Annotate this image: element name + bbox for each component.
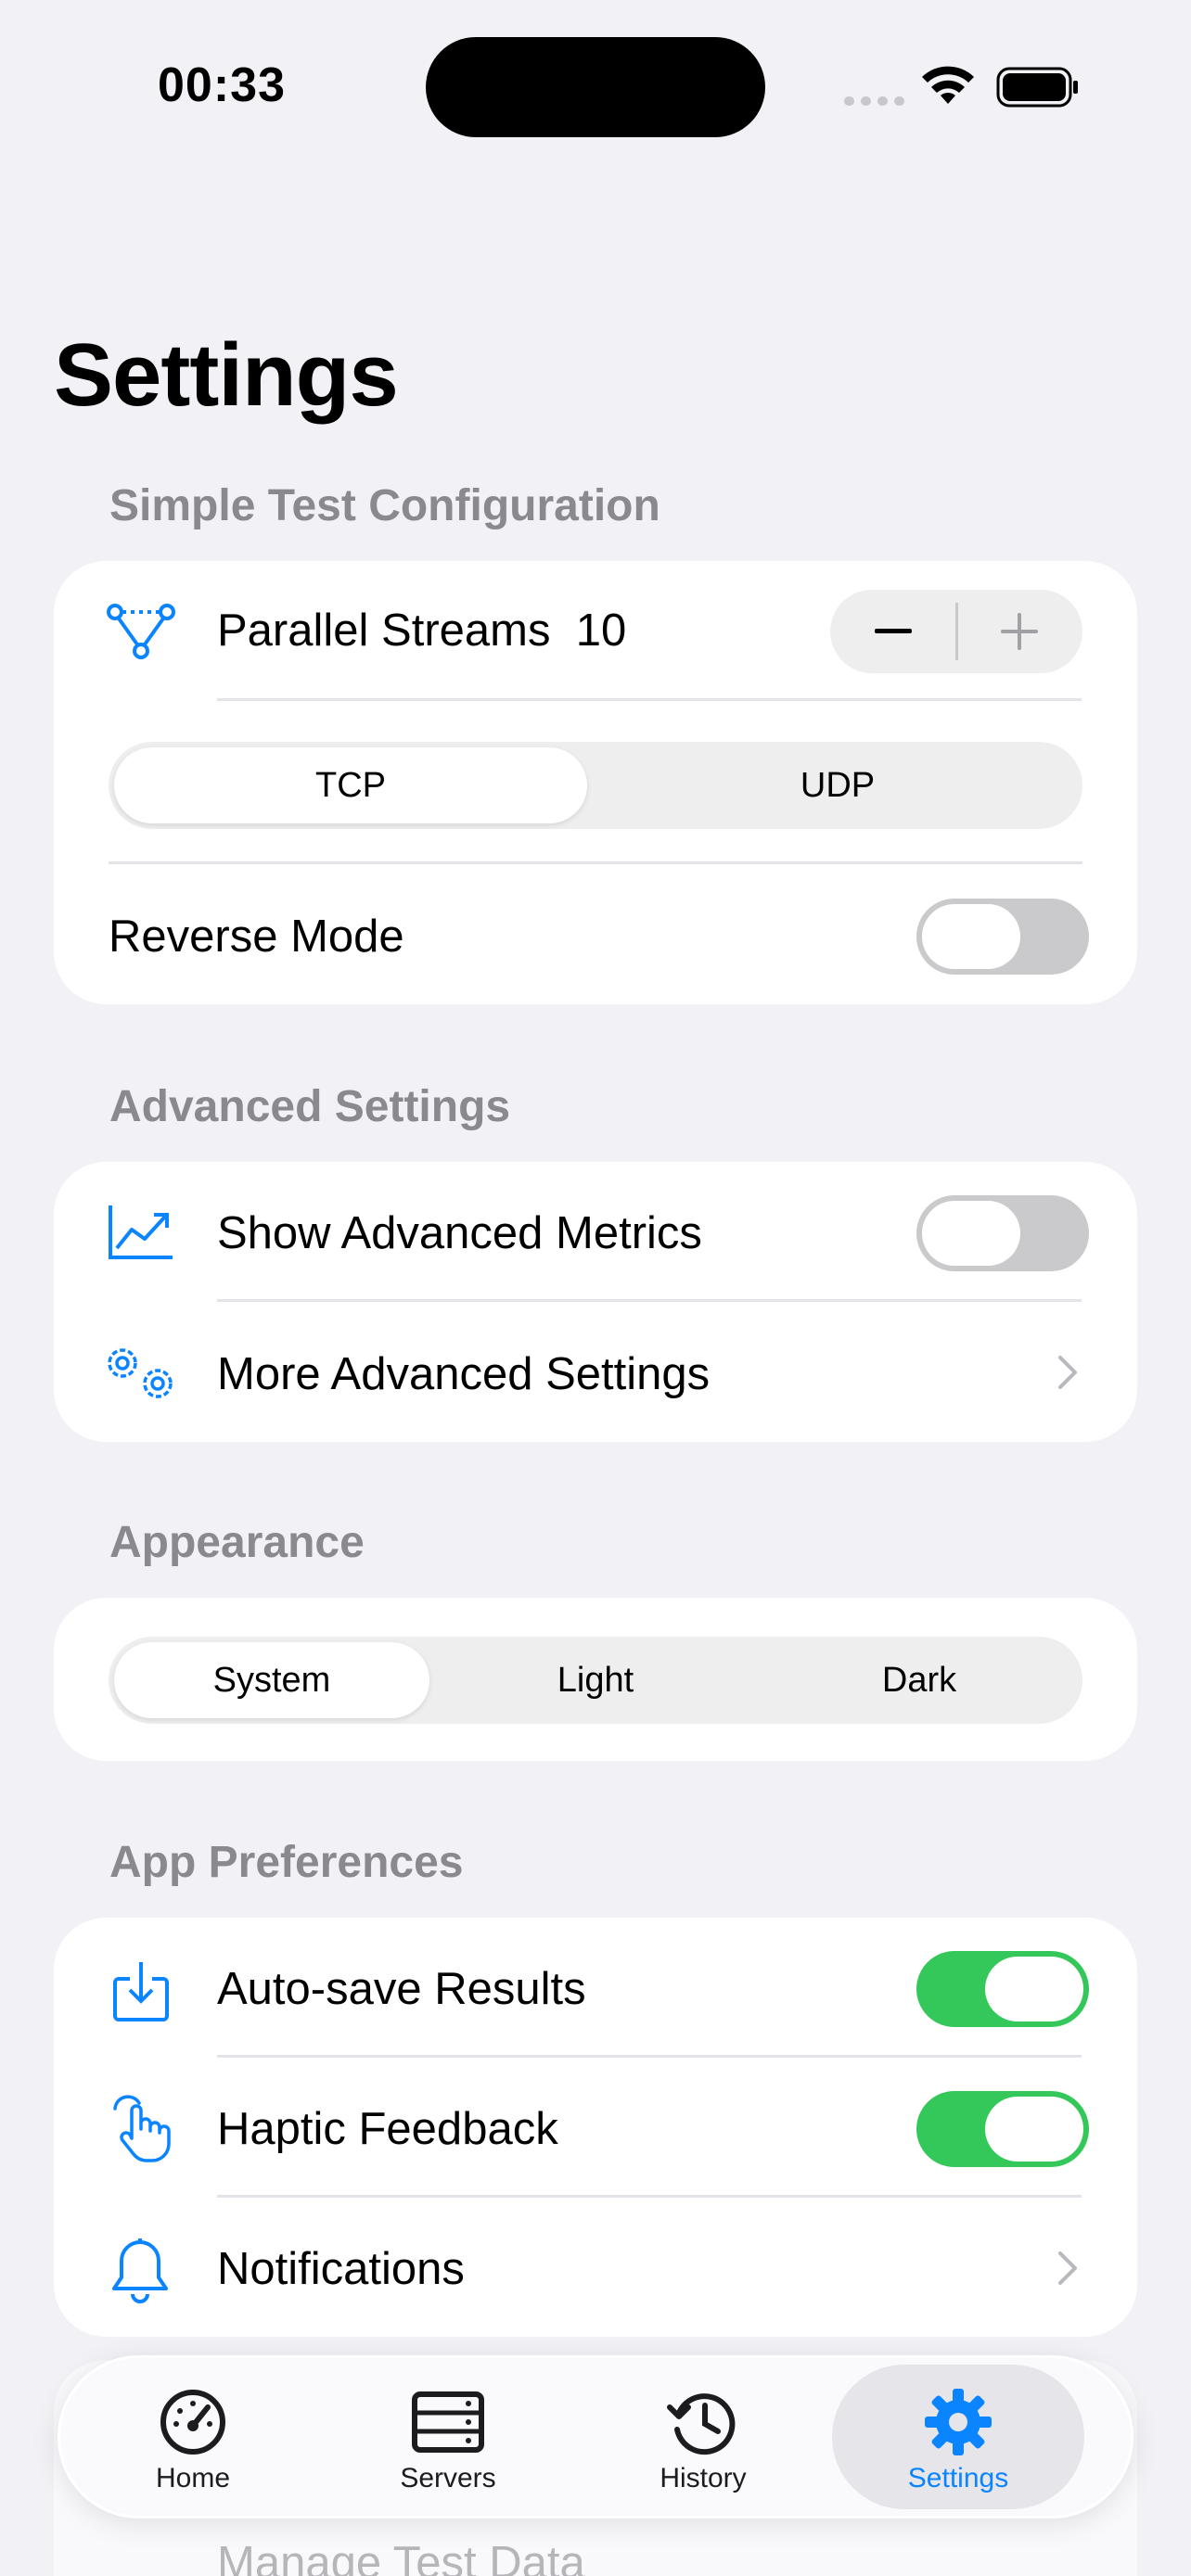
tab-home-label: Home (155, 2463, 231, 2493)
show-advanced-metrics-toggle[interactable] (916, 1195, 1089, 1271)
tab-settings-label: Settings (907, 2463, 1009, 2493)
section-header-simple-test: Simple Test Configuration (109, 481, 660, 530)
more-advanced-settings-label[interactable]: More Advanced Settings (217, 1348, 710, 1400)
row-divider (217, 2055, 1082, 2058)
tab-servers-label: Servers (400, 2463, 496, 2493)
server-rack-icon (412, 2391, 484, 2453)
toggle-knob (985, 1957, 1083, 2021)
section-header-appearance: Appearance (109, 1518, 365, 1567)
tab-bar: Home Servers History Settings (58, 2355, 1133, 2519)
protocol-option-udp[interactable]: UDP (598, 747, 1077, 823)
dynamic-island (426, 37, 765, 137)
chart-trend-icon (109, 1205, 173, 1259)
appearance-segmented-control[interactable]: System Light Dark (109, 1637, 1082, 1724)
show-advanced-metrics-label: Show Advanced Metrics (217, 1208, 702, 1258)
protocol-option-tcp[interactable]: TCP (114, 747, 587, 823)
row-divider (217, 2195, 1082, 2198)
autosave-results-toggle[interactable] (916, 1951, 1089, 2027)
parallel-streams-label: Parallel Streams 10 (217, 606, 627, 656)
toggle-knob (985, 2097, 1083, 2162)
tab-servers[interactable]: Servers (322, 2365, 574, 2509)
appearance-option-dark[interactable]: Dark (762, 1642, 1077, 1718)
row-divider (217, 1299, 1082, 1302)
decrement-button[interactable] (830, 590, 956, 673)
parallel-streams-value: 10 (575, 606, 627, 656)
page-title: Settings (54, 325, 399, 425)
autosave-results-label: Auto-save Results (217, 1964, 586, 2014)
hand-tap-icon (113, 2095, 171, 2162)
chevron-right-icon (1058, 2251, 1077, 2285)
cellular-signal-icon (844, 91, 909, 109)
tab-history[interactable]: History (577, 2365, 829, 2509)
battery-icon (996, 67, 1078, 108)
parallel-streams-stepper[interactable] (830, 590, 1082, 673)
clock-history-icon (667, 2393, 736, 2455)
manage-test-data-label[interactable]: Manage Test Data (217, 2537, 585, 2576)
parallel-streams-icon (107, 604, 175, 659)
minus-icon (875, 629, 912, 633)
plus-icon (1001, 613, 1038, 650)
section-header-app-preferences: App Preferences (109, 1838, 464, 1887)
chevron-right-icon (1058, 1356, 1077, 1389)
wifi-icon (922, 66, 974, 104)
row-divider (109, 861, 1082, 864)
speedometer-icon (160, 2390, 225, 2455)
haptic-feedback-label: Haptic Feedback (217, 2104, 558, 2154)
notifications-label[interactable]: Notifications (217, 2243, 465, 2295)
row-divider (217, 698, 1082, 701)
reverse-mode-toggle[interactable] (916, 899, 1089, 975)
gears-icon (108, 1348, 173, 1398)
appearance-option-light[interactable]: Light (438, 1642, 753, 1718)
gear-icon (925, 2389, 992, 2455)
increment-button[interactable] (956, 590, 1082, 673)
protocol-segmented-control[interactable]: TCP UDP (109, 742, 1082, 829)
tab-settings[interactable]: Settings (832, 2365, 1084, 2509)
appearance-option-system[interactable]: System (114, 1642, 429, 1718)
toggle-knob (922, 1201, 1020, 1266)
status-time: 00:33 (158, 58, 286, 112)
bell-icon (112, 2238, 168, 2303)
tab-home[interactable]: Home (67, 2365, 319, 2509)
download-tray-icon (113, 1962, 169, 2021)
reverse-mode-label: Reverse Mode (109, 912, 404, 962)
toggle-knob (922, 904, 1020, 969)
haptic-feedback-toggle[interactable] (916, 2091, 1089, 2167)
tab-history-label: History (660, 2463, 747, 2493)
section-header-advanced: Advanced Settings (109, 1082, 511, 1131)
